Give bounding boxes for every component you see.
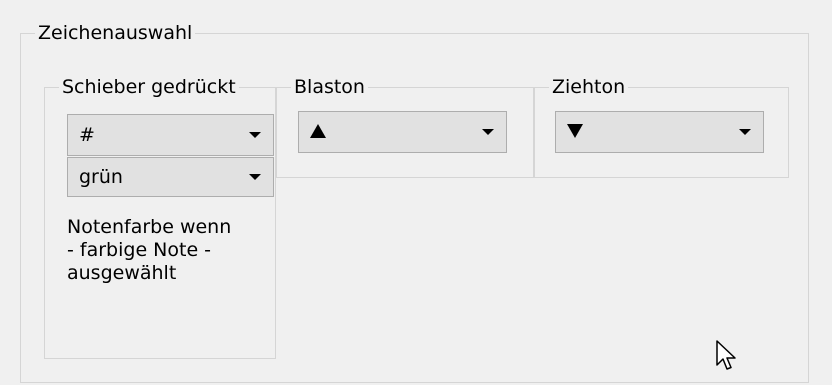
triangle-down-icon [567,124,583,138]
ziehton-dropdown[interactable] [555,111,764,153]
blaston-value [310,112,326,152]
chevron-down-icon [249,132,261,138]
schieber-gedrueckt-title: Schieber gedrückt [62,76,236,98]
mouse-pointer-icon [716,340,736,370]
blaston-title: Blaston [294,76,365,98]
chevron-down-icon [482,129,494,135]
notenfarbe-hint: Notenfarbe wenn - farbige Note - ausgewä… [67,216,272,285]
schieber-symbol-value: # [79,124,95,146]
schieber-color-dropdown[interactable]: grün [67,157,274,197]
notenfarbe-hint-line: - farbige Note - [67,239,212,261]
chevron-down-icon [249,174,261,180]
blaston-dropdown[interactable] [298,111,507,153]
notenfarbe-hint-line: Notenfarbe wenn [67,216,232,238]
chevron-down-icon [739,129,751,135]
ziehton-value [567,112,583,152]
zeichenauswahl-title: Zeichenauswahl [38,22,193,44]
ziehton-title: Ziehton [552,76,626,98]
triangle-up-icon [310,124,326,138]
schieber-color-value: grün [79,166,123,188]
schieber-symbol-dropdown[interactable]: # [67,114,274,156]
zeichenauswahl-panel: Zeichenauswahl Schieber gedrückt Blaston… [0,0,832,385]
notenfarbe-hint-line: ausgewählt [67,262,177,284]
